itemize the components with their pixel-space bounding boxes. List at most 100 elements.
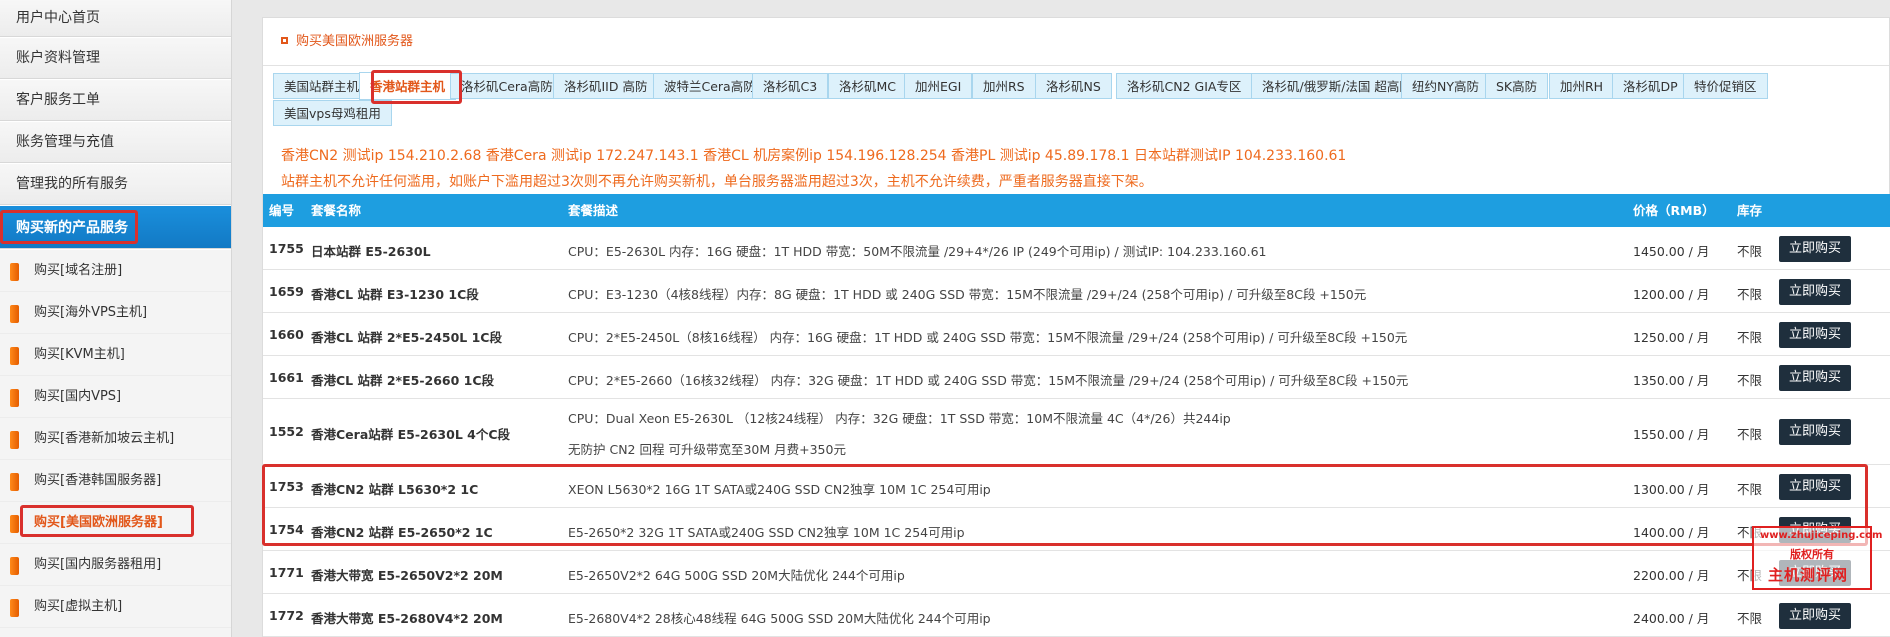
sidebar-item-buy-new-products[interactable]: 购买新的产品服务 (0, 206, 231, 250)
tab-category[interactable]: 洛杉矶/俄罗斯/法国 超高防 (1251, 73, 1423, 99)
cell-id: 1754 (269, 521, 304, 537)
sidebar-subitem[interactable]: 购买[国内VPS] (0, 376, 231, 418)
cell-name: 香港CN2 站群 L5630*2 1C (311, 481, 479, 497)
buy-now-button[interactable]: 立即购买 (1779, 473, 1851, 500)
sidebar-subitem[interactable]: 购买[KVM主机] (0, 334, 231, 376)
cell-name: 香港大带宽 E5-2680V4*2 20M (311, 610, 503, 626)
cell-price: 2400.00 / 月 (1633, 610, 1710, 626)
sidebar-item-billing[interactable]: 账务管理与充值 (0, 122, 231, 164)
tab-category[interactable]: 美国站群主机 (273, 73, 371, 99)
sidebar-item-tickets[interactable]: 客户服务工单 (0, 80, 231, 122)
buy-now-button[interactable]: 立即购买 (1779, 321, 1851, 348)
header-price: 价格（RMB） (1633, 203, 1715, 218)
cell-desc: E5-2650*2 32G 1T SATA或240G SSD CN2独享 10M… (568, 524, 965, 540)
sidebar-subitem[interactable]: 购买[国内服务器租用] (0, 544, 231, 586)
header-stock: 库存 (1737, 203, 1763, 218)
sidebar-item-my-services[interactable]: 管理我的所有服务 (0, 164, 231, 206)
cell-name: 香港CL 站群 2*E5-2660 1C段 (311, 372, 495, 388)
cell-stock: 不限 (1737, 372, 1763, 388)
sidebar-subitem[interactable]: 购买[香港韩国服务器] (0, 460, 231, 502)
cell-price: 1450.00 / 月 (1633, 243, 1710, 259)
cell-desc: CPU：2*E5-2660（16核32线程） 内存：32G 硬盘：1T HDD … (568, 372, 1409, 388)
table-row: 1755 日本站群 E5-2630L CPU：E5-2630L 内存：16G 硬盘：… (263, 227, 1890, 270)
table-row: 1754 香港CN2 站群 E5-2650*2 1C E5-2650*2 32G 1… (263, 508, 1890, 551)
sidebar-subitem[interactable]: 购买[美国欧洲服务器] (0, 502, 231, 544)
orange-bar-icon (10, 473, 19, 491)
orange-bar-icon (10, 305, 19, 323)
orange-bar-icon (10, 599, 19, 617)
tab-category[interactable]: 洛杉矶DP (1612, 73, 1689, 99)
cell-name: 香港CN2 站群 E5-2650*2 1C (311, 524, 493, 540)
buy-now-button[interactable]: 立即购买 (1779, 602, 1851, 629)
cell-id: 1659 (269, 283, 304, 299)
tab-category[interactable]: 美国vps母鸡租用 (273, 100, 392, 126)
sidebar-subitem-label: 购买[国内VPS] (34, 389, 122, 404)
main-panel: 购买美国欧洲服务器 美国站群主机 香港站群主机 洛杉矶Cera高防 洛杉矶IID 高防… (262, 17, 1890, 637)
sidebar-item-account-profile[interactable]: 账户资料管理 (0, 38, 231, 80)
tab-category[interactable]: 洛杉矶Cera高防 (450, 73, 564, 99)
table-row: 1659 香港CL 站群 E3-1230 1C段 CPU：E3-1230（4核8线程… (263, 270, 1890, 313)
cell-desc: 无防护 CN2 回程 可升级带宽至30M 月费+350元 (568, 442, 846, 457)
table-row: 1753 香港CN2 站群 L5630*2 1C XEON L5630*2 16G … (263, 465, 1890, 508)
sidebar-subitem[interactable]: 购买[海外VPS主机] (0, 292, 231, 334)
cell-desc: CPU：E3-1230（4核8线程）内存：8G 硬盘：1T HDD 或 240G… (568, 286, 1367, 302)
sidebar-subitem-label: 购买[域名注册] (34, 263, 123, 278)
buy-now-button[interactable]: 立即购买 (1779, 278, 1851, 305)
sidebar-subitem-label: 购买[国内服务器租用] (34, 557, 162, 572)
tab-category[interactable]: 洛杉矶C3 (752, 73, 829, 99)
sidebar-subitem-label: 购买[香港新加坡云主机] (34, 431, 175, 446)
tab-category[interactable]: 加州EGI (904, 73, 973, 99)
cell-desc: XEON L5630*2 16G 1T SATA或240G SSD CN2独享 … (568, 481, 991, 497)
table-header: 编号 套餐名称 套餐描述 价格（RMB） 库存 (263, 194, 1890, 227)
cell-stock: 不限 (1737, 610, 1763, 626)
cell-price: 1200.00 / 月 (1633, 286, 1710, 302)
orange-bar-icon (10, 347, 19, 365)
tab-category[interactable]: SK高防 (1485, 73, 1549, 99)
header-id: 编号 (269, 203, 295, 218)
square-icon (281, 37, 288, 44)
sidebar-subitem-label: 购买[美国欧洲服务器] (34, 515, 163, 530)
sidebar: 用户中心首页 账户资料管理 客户服务工单 账务管理与充值 管理我的所有服务 购买新的产品… (0, 0, 232, 637)
buy-now-button[interactable]: 立即购买 (1779, 364, 1851, 391)
cell-name: 香港Cera站群 E5-2630L 4个C段 (311, 427, 511, 442)
tab-category[interactable]: 洛杉矶IID 高防 (553, 73, 659, 99)
tab-category[interactable]: 洛杉矶MC (828, 73, 908, 99)
tab-category[interactable]: 洛杉矶NS (1035, 73, 1112, 99)
sidebar-subitem[interactable]: 购买[虚拟主机] (0, 586, 231, 628)
tab-category[interactable]: 加州RH (1549, 73, 1615, 99)
sidebar-subitem-label: 购买[虚拟主机] (34, 599, 123, 614)
cell-id: 1661 (269, 369, 304, 385)
cell-price: 2200.00 / 月 (1633, 567, 1710, 583)
watermark-copyright: 版权所有 (1790, 548, 1834, 561)
sidebar-subitem-label: 购买[KVM主机] (34, 347, 125, 362)
tab-category[interactable]: 纽约NY高防 (1401, 73, 1490, 99)
sidebar-subitem[interactable]: 购买[香港新加坡云主机] (0, 418, 231, 460)
sidebar-item-home[interactable]: 用户中心首页 (0, 0, 231, 38)
orange-bar-icon (10, 389, 19, 407)
cell-price: 1550.00 / 月 (1633, 427, 1710, 442)
tab-category[interactable]: 洛杉矶CN2 GIA专区 (1116, 73, 1253, 99)
cell-desc: CPU：E5-2630L 内存：16G 硬盘：1T HDD 带宽：50M不限流量… (568, 243, 1267, 259)
sidebar-subitem[interactable]: 购买[域名注册] (0, 250, 231, 292)
tab-category[interactable]: 加州RS (972, 73, 1036, 99)
cell-price: 1400.00 / 月 (1633, 524, 1710, 540)
watermark-url: www.zhujiceping.com (1760, 530, 1883, 541)
cell-stock: 不限 (1737, 243, 1763, 259)
panel-title: 购买美国欧洲服务器 (296, 34, 414, 49)
cell-name: 日本站群 E5-2630L (311, 243, 431, 259)
table-row: 1661 香港CL 站群 2*E5-2660 1C段 CPU：2*E5-2660（1… (263, 356, 1890, 399)
header-name: 套餐名称 (311, 203, 362, 218)
tab-category[interactable]: 特价促销区 (1683, 73, 1768, 99)
cell-id: 1753 (269, 478, 304, 494)
cell-stock: 不限 (1737, 427, 1763, 442)
cell-desc: E5-2650V2*2 64G 500G SSD 20M大陆优化 244个可用i… (568, 567, 905, 583)
cell-stock: 不限 (1737, 286, 1763, 302)
buy-now-button[interactable]: 立即购买 (1779, 419, 1851, 445)
cell-id: 1755 (269, 240, 304, 256)
buy-now-button[interactable]: 立即购买 (1779, 235, 1851, 262)
cell-name: 香港CL 站群 E3-1230 1C段 (311, 286, 479, 302)
tab-category[interactable]: 香港站群主机 (359, 72, 457, 100)
tab-category[interactable]: 波特兰Cera高防 (653, 73, 767, 99)
cell-price: 1350.00 / 月 (1633, 372, 1710, 388)
cell-desc: CPU：2*E5-2450L（8核16线程） 内存：16G 硬盘：1T HDD … (568, 329, 1408, 345)
